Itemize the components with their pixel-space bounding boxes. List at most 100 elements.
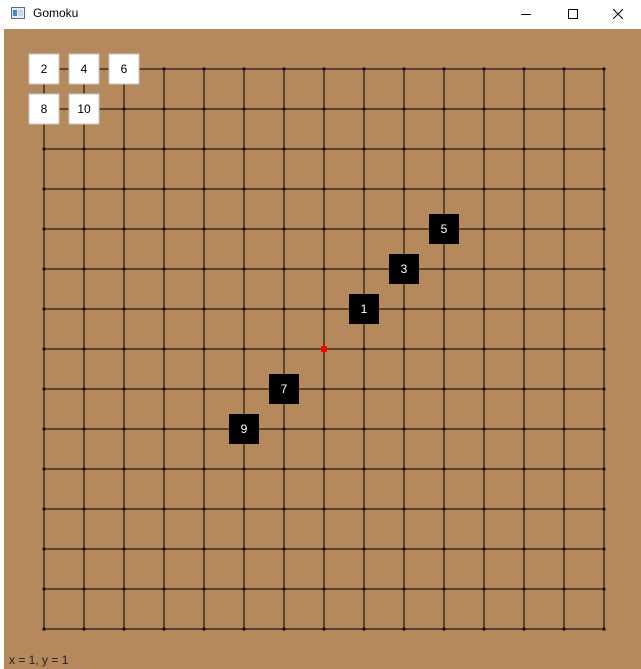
grid-intersection[interactable] — [562, 67, 566, 71]
grid-intersection[interactable] — [282, 67, 286, 71]
grid-intersection[interactable] — [42, 347, 46, 351]
grid-intersection[interactable] — [202, 267, 206, 271]
grid-intersection[interactable] — [402, 627, 406, 631]
grid-intersection[interactable] — [442, 627, 446, 631]
grid-intersection[interactable] — [82, 347, 86, 351]
grid-intersection[interactable] — [362, 387, 366, 391]
gomoku-board[interactable]: 1 2 3 4 5 6 7 8 9 10 — [4, 29, 641, 649]
grid-intersection[interactable] — [322, 387, 326, 391]
close-button[interactable] — [595, 0, 641, 28]
grid-intersection[interactable] — [282, 547, 286, 551]
grid-intersection[interactable] — [322, 147, 326, 151]
grid-intersection[interactable] — [602, 547, 606, 551]
grid-intersection[interactable] — [242, 387, 246, 391]
grid-intersection[interactable] — [482, 467, 486, 471]
grid-intersection[interactable] — [282, 187, 286, 191]
grid-intersection[interactable] — [282, 427, 286, 431]
grid-intersection[interactable] — [322, 427, 326, 431]
maximize-button[interactable] — [550, 0, 596, 28]
grid-intersection[interactable] — [482, 187, 486, 191]
grid-intersection[interactable] — [362, 107, 366, 111]
grid-intersection[interactable] — [602, 467, 606, 471]
grid-intersection[interactable] — [442, 147, 446, 151]
grid-intersection[interactable] — [482, 307, 486, 311]
grid-intersection[interactable] — [562, 387, 566, 391]
grid-intersection[interactable] — [122, 507, 126, 511]
grid-intersection[interactable] — [362, 187, 366, 191]
grid-intersection[interactable] — [242, 347, 246, 351]
grid-intersection[interactable] — [242, 627, 246, 631]
grid-intersection[interactable] — [402, 467, 406, 471]
grid-intersection[interactable] — [602, 67, 606, 71]
grid-intersection[interactable] — [322, 267, 326, 271]
grid-intersection[interactable] — [442, 387, 446, 391]
grid-intersection[interactable] — [122, 227, 126, 231]
grid-intersection[interactable] — [122, 427, 126, 431]
grid-intersection[interactable] — [482, 587, 486, 591]
grid-intersection[interactable] — [82, 227, 86, 231]
grid-intersection[interactable] — [82, 267, 86, 271]
grid-intersection[interactable] — [82, 467, 86, 471]
grid-intersection[interactable] — [442, 467, 446, 471]
grid-intersection[interactable] — [202, 507, 206, 511]
grid-intersection[interactable] — [402, 427, 406, 431]
grid-intersection[interactable] — [602, 627, 606, 631]
grid-intersection[interactable] — [202, 307, 206, 311]
grid-intersection[interactable] — [362, 67, 366, 71]
grid-intersection[interactable] — [202, 627, 206, 631]
grid-intersection[interactable] — [162, 467, 166, 471]
grid-intersection[interactable] — [362, 587, 366, 591]
grid-intersection[interactable] — [122, 307, 126, 311]
grid-intersection[interactable] — [362, 547, 366, 551]
grid-intersection[interactable] — [82, 427, 86, 431]
grid-intersection[interactable] — [242, 547, 246, 551]
grid-intersection[interactable] — [362, 147, 366, 151]
grid-intersection[interactable] — [402, 147, 406, 151]
grid-intersection[interactable] — [122, 547, 126, 551]
grid-intersection[interactable] — [522, 307, 526, 311]
grid-intersection[interactable] — [442, 267, 446, 271]
grid-intersection[interactable] — [442, 587, 446, 591]
grid-intersection[interactable] — [482, 427, 486, 431]
grid-intersection[interactable] — [482, 227, 486, 231]
grid-intersection[interactable] — [202, 187, 206, 191]
grid-intersection[interactable] — [402, 507, 406, 511]
grid-intersection[interactable] — [282, 347, 286, 351]
grid-intersection[interactable] — [42, 467, 46, 471]
grid-intersection[interactable] — [282, 307, 286, 311]
grid-intersection[interactable] — [402, 227, 406, 231]
grid-intersection[interactable] — [362, 507, 366, 511]
grid-intersection[interactable] — [522, 387, 526, 391]
grid-intersection[interactable] — [202, 467, 206, 471]
grid-intersection[interactable] — [522, 507, 526, 511]
grid-intersection[interactable] — [602, 387, 606, 391]
grid-intersection[interactable] — [402, 387, 406, 391]
grid-intersection[interactable] — [402, 587, 406, 591]
grid-intersection[interactable] — [162, 547, 166, 551]
grid-intersection[interactable] — [522, 267, 526, 271]
grid-intersection[interactable] — [42, 387, 46, 391]
grid-intersection[interactable] — [162, 107, 166, 111]
grid-intersection[interactable] — [522, 147, 526, 151]
grid-intersection[interactable] — [522, 187, 526, 191]
grid-intersection[interactable] — [442, 547, 446, 551]
grid-intersection[interactable] — [482, 347, 486, 351]
grid-intersection[interactable] — [322, 307, 326, 311]
grid-intersection[interactable] — [562, 427, 566, 431]
grid-intersection[interactable] — [602, 107, 606, 111]
grid-intersection[interactable] — [122, 627, 126, 631]
grid-intersection[interactable] — [162, 387, 166, 391]
grid-intersection[interactable] — [202, 107, 206, 111]
grid-intersection[interactable] — [482, 67, 486, 71]
grid-intersection[interactable] — [202, 147, 206, 151]
grid-intersection[interactable] — [562, 107, 566, 111]
grid-intersection[interactable] — [322, 107, 326, 111]
grid-intersection[interactable] — [282, 147, 286, 151]
grid-intersection[interactable] — [362, 427, 366, 431]
grid-intersection[interactable] — [402, 107, 406, 111]
grid-intersection[interactable] — [442, 187, 446, 191]
grid-intersection[interactable] — [442, 347, 446, 351]
grid-intersection[interactable] — [122, 467, 126, 471]
grid-intersection[interactable] — [242, 507, 246, 511]
grid-intersection[interactable] — [242, 147, 246, 151]
